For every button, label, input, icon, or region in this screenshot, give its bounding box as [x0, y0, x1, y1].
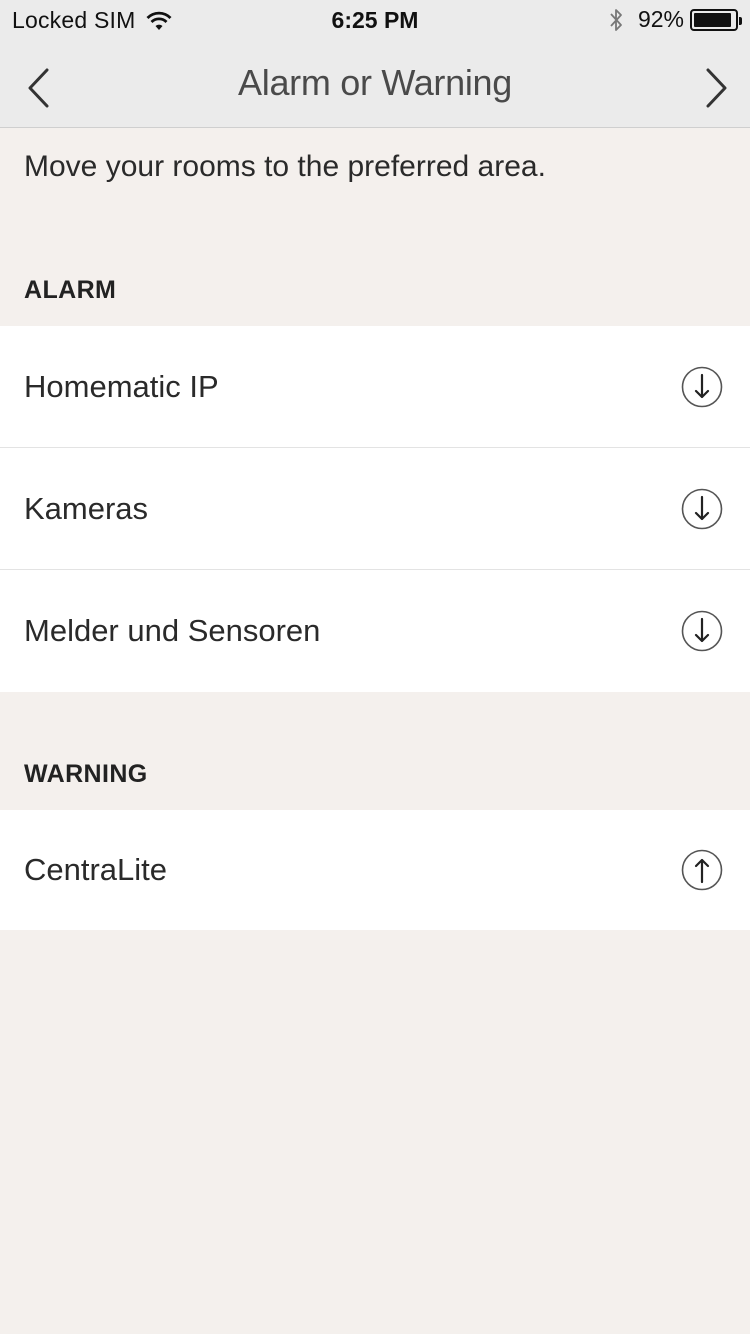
chevron-right-icon: [706, 68, 727, 108]
list-item-label: CentraLite: [24, 852, 168, 887]
section-header-warning: WARNING: [24, 760, 148, 788]
instruction-text: Move your rooms to the preferred area.: [24, 150, 546, 183]
list-item[interactable]: Kameras: [0, 448, 750, 570]
list-item[interactable]: Melder und Sensoren: [0, 570, 750, 692]
alarm-list: Homematic IP Kameras Melder und Sensoren: [0, 326, 750, 692]
status-bar: Locked SIM 6:25 PM 92%: [0, 0, 750, 40]
arrow-down-circle-icon[interactable]: [681, 488, 723, 530]
navigation-bar: Alarm or Warning: [0, 40, 750, 128]
list-item-label: Homematic IP: [24, 369, 219, 404]
section-header-alarm: ALARM: [24, 276, 117, 304]
list-item[interactable]: Homematic IP: [0, 326, 750, 448]
page-title: Alarm or Warning: [238, 62, 512, 103]
battery-icon: [690, 8, 742, 31]
battery-fill: [694, 12, 731, 27]
list-item-label: Kameras: [24, 491, 149, 526]
next-button[interactable]: [696, 66, 736, 110]
list-item-label: Melder und Sensoren: [24, 613, 321, 648]
arrow-down-circle-icon[interactable]: [681, 610, 723, 652]
bluetooth-icon: [610, 8, 622, 31]
arrow-down-circle-icon[interactable]: [681, 366, 723, 408]
warning-list: CentraLite: [0, 810, 750, 930]
battery-nub: [739, 16, 742, 25]
battery-percent: 92%: [637, 6, 684, 32]
arrow-up-circle-icon[interactable]: [681, 849, 723, 891]
status-right: 92%: [608, 6, 742, 33]
list-item[interactable]: CentraLite: [0, 810, 750, 930]
